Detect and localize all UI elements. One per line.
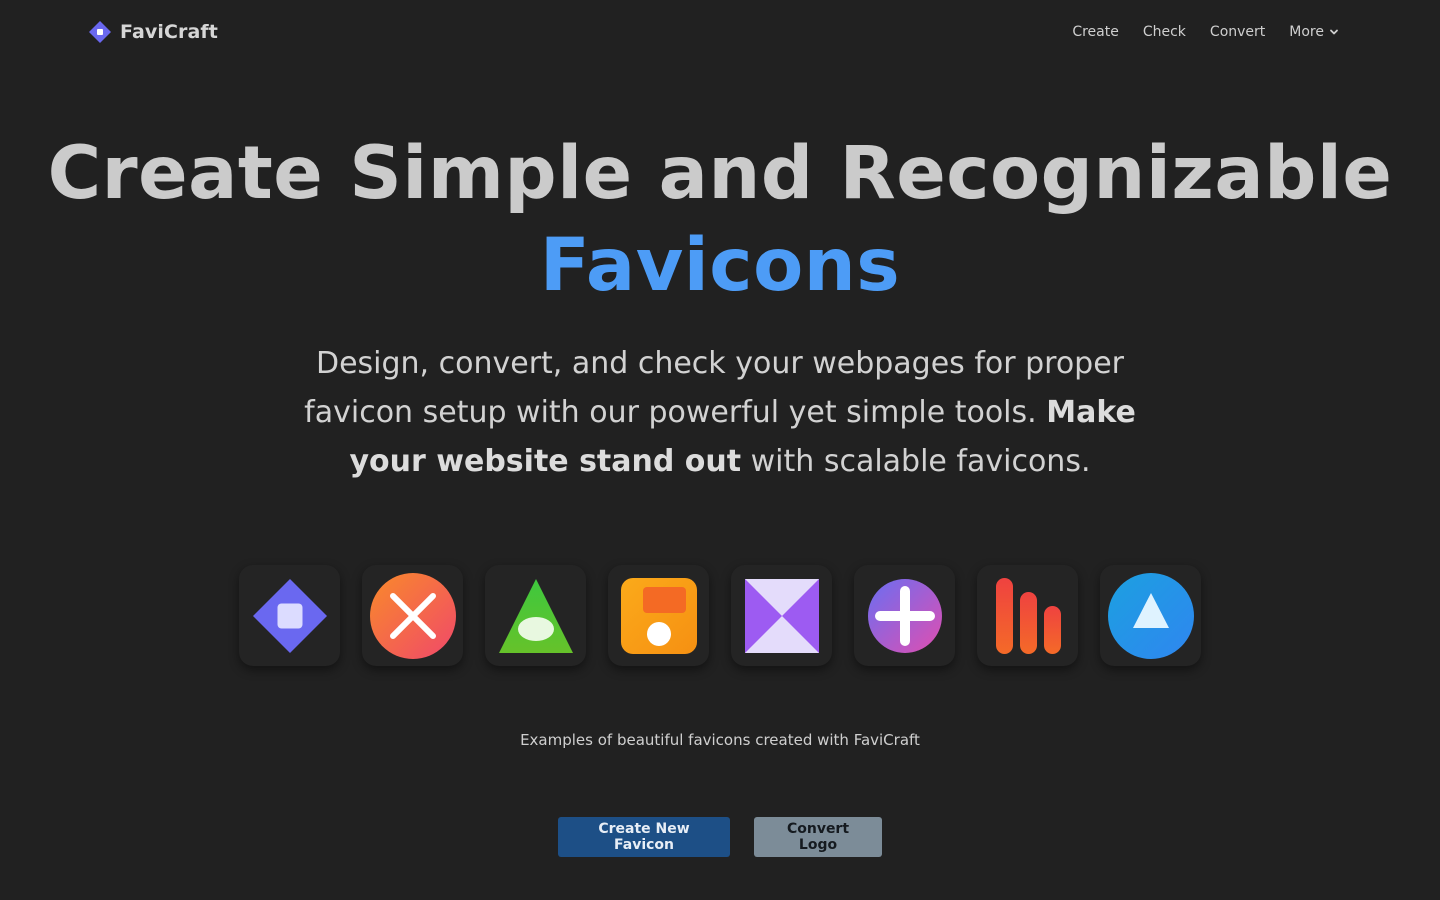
brand-name: FaviCraft — [120, 21, 218, 43]
bar-chart-icon — [995, 577, 1061, 654]
example-tile-1[interactable] — [239, 565, 340, 666]
hero-actions: Create New Favicon Convert Logo — [558, 817, 882, 857]
triangle-circle-icon — [1107, 572, 1194, 659]
example-tile-5[interactable] — [731, 565, 832, 666]
hero-subtitle-part2: with scalable favicons. — [741, 444, 1091, 479]
nav-menu: Create Check Convert More — [1072, 22, 1339, 42]
nav-link-check[interactable]: Check — [1143, 22, 1186, 42]
hero-subtitle: Design, convert, and check your webpages… — [270, 339, 1170, 486]
hero-title: Create Simple and Recognizable Favicons — [0, 128, 1440, 312]
example-tile-6[interactable] — [854, 565, 955, 666]
nav-more-label: More — [1289, 24, 1324, 40]
brand-link[interactable]: FaviCraft — [88, 20, 218, 44]
example-tile-2[interactable] — [362, 565, 463, 666]
hero-title-accent: Favicons — [539, 223, 901, 308]
hero-title-line1: Create Simple and Recognizable — [47, 131, 1393, 216]
orange-square-dot-icon — [620, 577, 697, 654]
hourglass-icon — [744, 578, 819, 653]
hero-subtitle-part1: Design, convert, and check your webpages… — [304, 346, 1125, 430]
example-favicons — [239, 565, 1201, 666]
example-tile-3[interactable] — [485, 565, 586, 666]
convert-logo-button[interactable]: Convert Logo — [754, 817, 882, 857]
diamond-square-icon — [252, 578, 327, 653]
nav-more-dropdown[interactable]: More — [1289, 22, 1339, 42]
example-tile-4[interactable] — [608, 565, 709, 666]
triangle-eye-icon — [498, 578, 573, 653]
top-navbar: FaviCraft Create Check Convert More — [0, 0, 1440, 66]
plus-circle-icon — [867, 578, 942, 653]
examples-caption: Examples of beautiful favicons created w… — [520, 731, 920, 749]
nav-link-convert[interactable]: Convert — [1210, 22, 1265, 42]
example-tile-7[interactable] — [977, 565, 1078, 666]
create-new-favicon-button[interactable]: Create New Favicon — [558, 817, 730, 857]
example-tile-8[interactable] — [1100, 565, 1201, 666]
nav-link-create[interactable]: Create — [1072, 22, 1119, 42]
chevron-down-icon — [1330, 29, 1338, 35]
cross-circle-icon — [369, 572, 456, 659]
diamond-logo-icon — [89, 21, 111, 43]
